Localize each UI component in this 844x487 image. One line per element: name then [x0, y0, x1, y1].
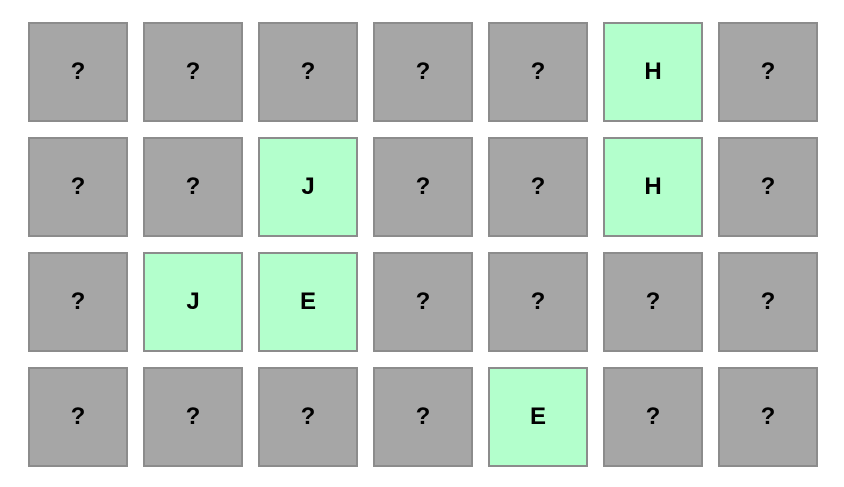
revealed-card[interactable]: H: [603, 137, 703, 237]
card-label: ?: [300, 58, 316, 85]
hidden-card[interactable]: ?: [718, 252, 818, 352]
card-label: ?: [415, 288, 431, 315]
card-label: ?: [70, 403, 86, 430]
card-label: ?: [70, 288, 86, 315]
revealed-card[interactable]: E: [258, 252, 358, 352]
memory-board: ????? H??? J?? H?? J E???????? E??: [28, 22, 818, 467]
hidden-card[interactable]: ?: [373, 137, 473, 237]
hidden-card[interactable]: ?: [603, 252, 703, 352]
revealed-card[interactable]: J: [258, 137, 358, 237]
card-label: E: [299, 288, 316, 315]
card-label: ?: [415, 403, 431, 430]
card-label: ?: [760, 173, 776, 200]
card-label: ?: [415, 173, 431, 200]
card-label: H: [644, 58, 662, 85]
card-label: ?: [300, 403, 316, 430]
card-label: ?: [645, 288, 661, 315]
card-label: ?: [645, 403, 661, 430]
card-label: E: [529, 403, 546, 430]
card-label: ?: [530, 288, 546, 315]
card-label: ?: [415, 58, 431, 85]
card-label: ?: [760, 403, 776, 430]
card-label: ?: [70, 173, 86, 200]
card-label: J: [186, 288, 200, 315]
hidden-card[interactable]: ?: [488, 137, 588, 237]
hidden-card[interactable]: ?: [373, 252, 473, 352]
hidden-card[interactable]: ?: [28, 367, 128, 467]
hidden-card[interactable]: ?: [718, 22, 818, 122]
card-label: ?: [760, 58, 776, 85]
card-label: ?: [760, 288, 776, 315]
card-label: ?: [185, 403, 201, 430]
revealed-card[interactable]: H: [603, 22, 703, 122]
hidden-card[interactable]: ?: [258, 22, 358, 122]
card-label: ?: [185, 58, 201, 85]
hidden-card[interactable]: ?: [28, 252, 128, 352]
card-label: H: [644, 173, 662, 200]
hidden-card[interactable]: ?: [718, 367, 818, 467]
hidden-card[interactable]: ?: [143, 22, 243, 122]
card-label: ?: [70, 58, 86, 85]
hidden-card[interactable]: ?: [373, 367, 473, 467]
revealed-card[interactable]: E: [488, 367, 588, 467]
hidden-card[interactable]: ?: [373, 22, 473, 122]
card-label: ?: [530, 58, 546, 85]
hidden-card[interactable]: ?: [603, 367, 703, 467]
card-label: J: [301, 173, 315, 200]
hidden-card[interactable]: ?: [258, 367, 358, 467]
revealed-card[interactable]: J: [143, 252, 243, 352]
hidden-card[interactable]: ?: [28, 22, 128, 122]
hidden-card[interactable]: ?: [488, 22, 588, 122]
hidden-card[interactable]: ?: [488, 252, 588, 352]
hidden-card[interactable]: ?: [143, 367, 243, 467]
card-label: ?: [185, 173, 201, 200]
hidden-card[interactable]: ?: [28, 137, 128, 237]
hidden-card[interactable]: ?: [718, 137, 818, 237]
card-label: ?: [530, 173, 546, 200]
hidden-card[interactable]: ?: [143, 137, 243, 237]
